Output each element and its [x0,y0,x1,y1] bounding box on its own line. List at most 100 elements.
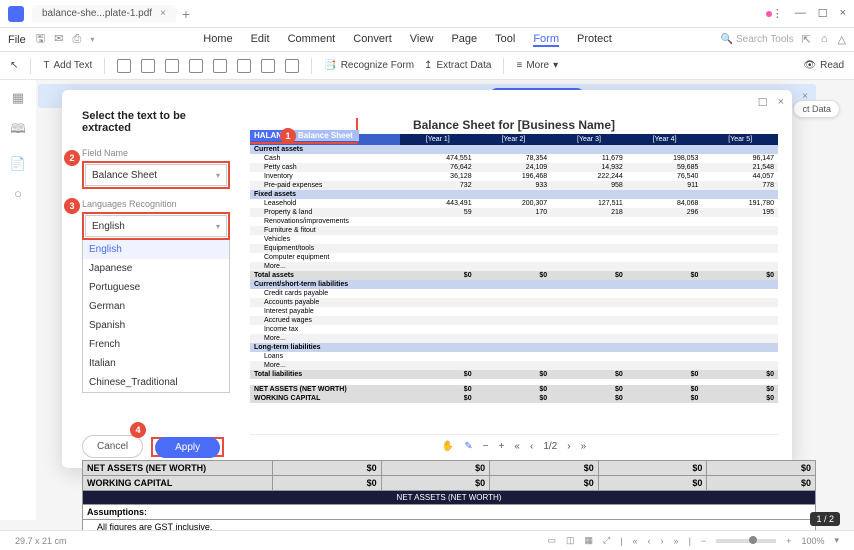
share-icon[interactable]: ⇱ [802,33,811,46]
sb-prev[interactable]: ‹ [648,536,651,546]
extract-data-button[interactable]: ↥ Extract Data [424,60,491,71]
field-tool-5[interactable] [213,59,227,73]
sb-icon-2[interactable]: ◫ [566,535,575,546]
zoom-in-icon[interactable]: + [499,441,505,452]
sb-icon-4[interactable]: ⤢ [603,535,610,546]
quick-actions[interactable]: 🖫 ✉ ⎙ [36,30,95,49]
next-page-icon[interactable]: › [567,441,570,452]
last-page-icon[interactable]: » [581,441,587,452]
field-tool-8[interactable] [285,59,299,73]
close-icon[interactable]: × [160,8,166,19]
dialog-close-icon[interactable]: × [778,96,784,109]
page-badge: 1 / 2 [810,512,840,526]
field-name-select[interactable]: Balance Sheet [85,164,227,186]
pen-icon[interactable]: ✎ [464,441,472,452]
read-button[interactable]: 👁 Read [803,60,844,71]
lang-option-french[interactable]: French [83,335,229,354]
sb-first[interactable]: « [633,536,638,546]
attachment-icon[interactable]: 📄 [10,156,26,172]
field-tool-6[interactable] [237,59,251,73]
pointer-icon[interactable]: ↖ [10,60,18,71]
search-input[interactable]: Search Tools [721,34,794,45]
sheet-title: Balance Sheet for [Business Name] HALAN … [250,118,778,132]
sb-zoom-in[interactable]: + [786,536,791,546]
thumbnails-icon[interactable]: ▦ [12,90,24,106]
lang-dropdown[interactable]: English Japanese Portuguese German Spani… [82,240,230,393]
tab-view[interactable]: View [410,33,434,47]
field-tool-1[interactable] [117,59,131,73]
lang-option-japanese[interactable]: Japanese [83,259,229,278]
add-text-button[interactable]: T Add Text [43,60,92,71]
sb-zoom-out[interactable]: − [701,536,706,546]
lang-select[interactable]: English [85,215,227,237]
tab-comment[interactable]: Comment [288,33,336,47]
lang-option-english[interactable]: English [83,240,229,259]
recognize-form-button[interactable]: 📑 Recognize Form [324,60,414,71]
main-tabs: Home Edit Comment Convert View Page Tool… [94,33,720,47]
tab-home[interactable]: Home [203,33,232,47]
more-icon[interactable]: ⋮ [772,7,783,20]
field-tool-2[interactable] [141,59,155,73]
search-rail-icon[interactable]: ○ [14,186,22,201]
print-icon[interactable]: ⎙ [72,33,81,45]
window-controls: ⋮ — ☐ × [772,7,846,20]
close-window-icon[interactable]: × [840,7,846,20]
lang-option-portuguese[interactable]: Portuguese [83,278,229,297]
sb-icon-1[interactable]: ▭ [547,535,556,546]
settings-icon[interactable]: △ [838,33,846,46]
tab-form[interactable]: Form [533,33,559,47]
lang-option-german[interactable]: German [83,297,229,316]
selection-tag-b[interactable]: Balance Sheet [292,130,359,141]
bookmark-icon[interactable]: 🕮 [10,120,25,142]
extract-pill[interactable]: ct Data [793,100,840,118]
field-name-label: Field Name [82,148,230,158]
dialog-expand-icon[interactable]: ☐ [758,96,768,109]
left-rail: ▦ 🕮 📄 ○ [0,80,36,520]
lang-option-chinese[interactable]: Chinese_Traditional [83,373,229,392]
field-tool-7[interactable] [261,59,275,73]
more-button[interactable]: ≡ More▾ [516,60,558,71]
dialog-preview-pane: Balance Sheet for [Business Name] HALAN … [244,90,792,468]
statusbar: 29.7 x 21 cm ▭ ◫ ▦ ⤢ | « ‹ › » | − + 100… [0,530,854,550]
tab-protect[interactable]: Protect [577,33,612,47]
add-tab-button[interactable]: + [182,6,190,22]
minimize-icon[interactable]: — [795,7,806,20]
cancel-button[interactable]: Cancel [82,435,143,458]
page-indicator: 1/2 [543,441,557,452]
document-tab[interactable]: balance-she...plate-1.pdf × [32,5,176,22]
preview-toolbar: ✋ ✎ − + « ‹ 1/2 › » [250,434,778,458]
sb-icon-3[interactable]: ▦ [584,535,593,546]
hand-icon[interactable]: ✋ [442,441,454,452]
tab-page[interactable]: Page [451,33,477,47]
tab-convert[interactable]: Convert [353,33,392,47]
cloud-icon[interactable]: ⌂ [821,33,828,46]
save-icon[interactable]: 🖫 [36,33,45,45]
callout-4: 4 [130,422,146,438]
callout-3: 3 [64,198,80,214]
tab-title: balance-she...plate-1.pdf [42,8,152,19]
lang-option-italian[interactable]: Italian [83,354,229,373]
maximize-icon[interactable]: ☐ [818,7,828,20]
zoom-level: 100% [801,536,824,546]
mail-icon[interactable]: ✉ [54,33,63,45]
field-tool-4[interactable] [189,59,203,73]
sb-next[interactable]: › [661,536,664,546]
tab-edit[interactable]: Edit [251,33,270,47]
menubar: File 🖫 ✉ ⎙ Home Edit Comment Convert Vie… [0,28,854,52]
titlebar: balance-she...plate-1.pdf × + ⋮ — ☐ × [0,0,854,28]
background-document: NET ASSETS (NET WORTH)$0$0$0$0$0 WORKING… [82,460,816,535]
form-toolbar: ↖ T Add Text 📑 Recognize Form ↥ Extract … [0,52,854,80]
dialog-title: Select the text to be extracted [82,110,230,134]
prev-page-icon[interactable]: ‹ [530,441,533,452]
callout-1: 1 [280,128,296,144]
file-menu[interactable]: File [8,34,26,46]
page-dimensions: 29.7 x 21 cm [15,536,67,546]
sb-last[interactable]: » [674,536,679,546]
tab-tool[interactable]: Tool [495,33,515,47]
zoom-out-icon[interactable]: − [483,441,489,452]
apply-button[interactable]: Apply [155,437,220,458]
field-tool-3[interactable] [165,59,179,73]
lang-option-spanish[interactable]: Spanish [83,316,229,335]
app-icon [8,6,24,22]
first-page-icon[interactable]: « [514,441,520,452]
